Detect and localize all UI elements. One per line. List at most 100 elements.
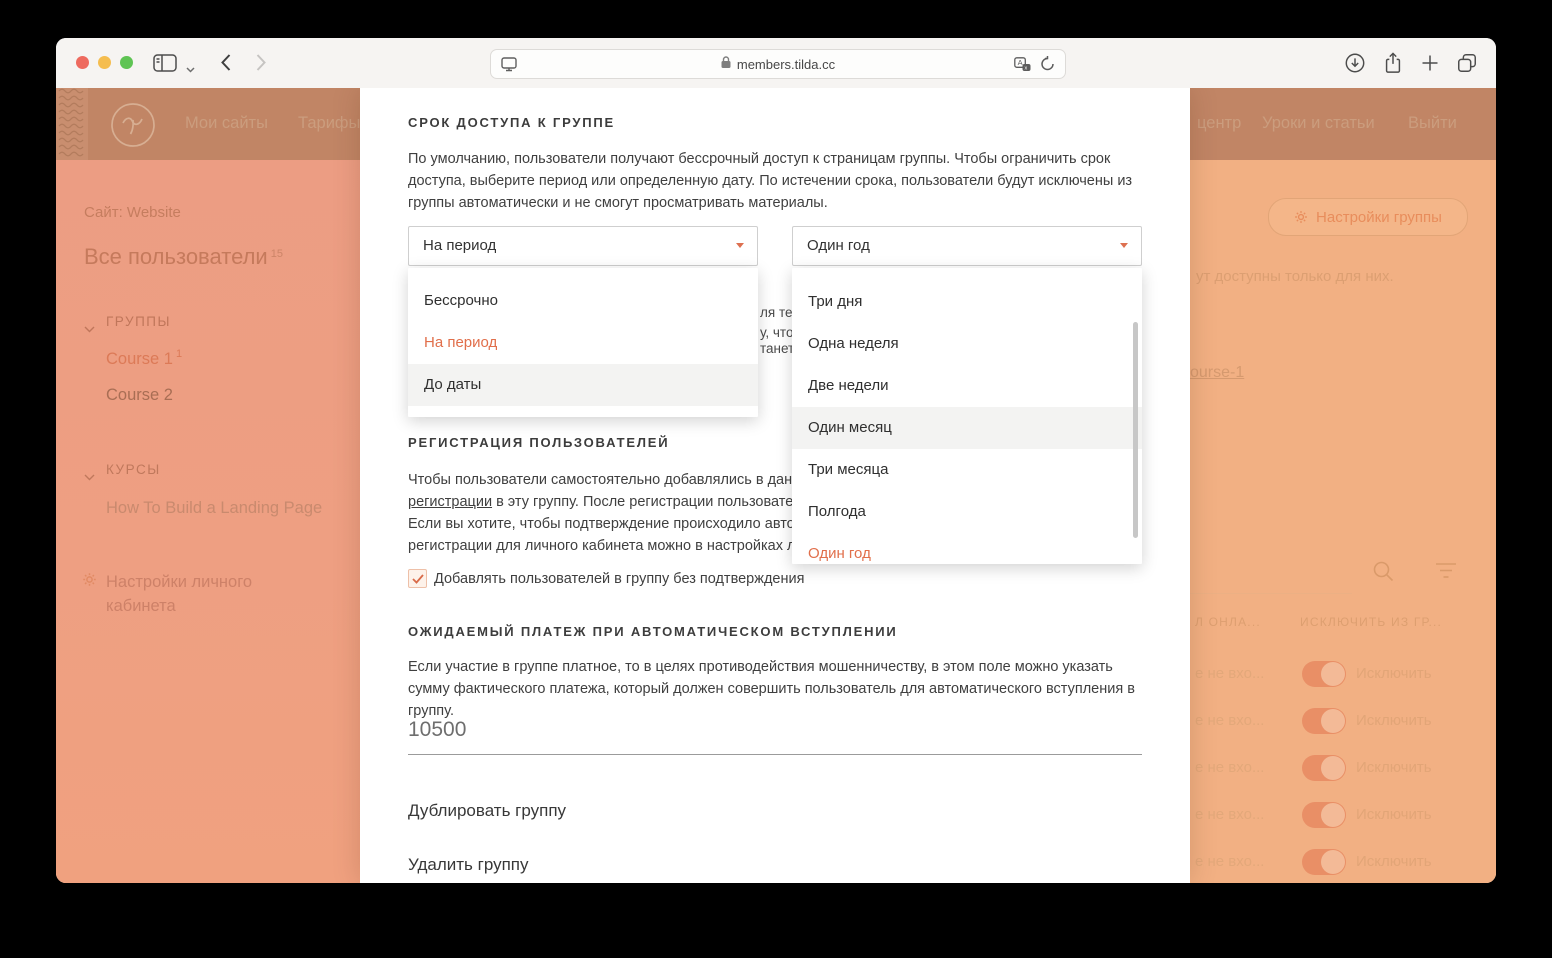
minimize-window-button[interactable] xyxy=(98,56,111,69)
forward-icon[interactable] xyxy=(256,54,266,76)
back-icon[interactable] xyxy=(221,54,231,76)
page-preview-icon[interactable] xyxy=(501,57,517,77)
zoom-window-button[interactable] xyxy=(120,56,133,69)
sidebar-item-account-settings[interactable]: Настройки личного кабинета xyxy=(106,570,286,618)
covered-text-fragment: танет xyxy=(760,341,795,356)
payment-description: Если участие в группе платное, то в целя… xyxy=(408,659,1135,719)
browser-window: members.tilda.cc A x Мои сайты Тарифы це… xyxy=(56,38,1496,883)
gear-icon[interactable] xyxy=(82,572,97,592)
filter-icon[interactable] xyxy=(1435,562,1457,585)
lock-icon xyxy=(721,56,731,72)
toggle-label: Исключить xyxy=(1356,806,1432,823)
nav-item-lessons[interactable]: Уроки и статьи xyxy=(1262,114,1375,133)
group-settings-modal: СРОК ДОСТУПА К ГРУППЕ По умолчанию, поль… xyxy=(360,88,1190,883)
exclude-toggle[interactable] xyxy=(1302,849,1346,875)
dropdown-option[interactable]: Две недели xyxy=(792,365,1142,407)
downloads-icon[interactable] xyxy=(1344,52,1366,79)
exclude-toggle[interactable] xyxy=(1302,661,1346,687)
table-row: е не вхо... Исключить xyxy=(1190,707,1496,737)
member-cell: е не вхо... xyxy=(1195,853,1265,870)
dropdown-option-selected[interactable]: Один год xyxy=(792,533,1142,575)
reload-icon[interactable] xyxy=(1040,56,1055,77)
sidebar-item-landing-course[interactable]: How To Build a Landing Page xyxy=(106,499,322,518)
nav-item-tariffs[interactable]: Тарифы xyxy=(298,114,360,133)
tilda-logo[interactable] xyxy=(110,102,156,153)
table-row: е не вхо... Исключить xyxy=(1190,754,1496,784)
sidebar-toggle-icon[interactable] xyxy=(153,54,177,77)
exclude-toggle[interactable] xyxy=(1302,802,1346,828)
duration-dropdown-list: Три дня Одна неделя Две недели Один меся… xyxy=(792,268,1142,564)
scrollbar[interactable] xyxy=(1133,322,1138,538)
sidebar-site-label: Сайт: Website xyxy=(84,204,181,221)
svg-text:x: x xyxy=(1025,66,1028,72)
nav-item-help-center-partial[interactable]: центр xyxy=(1197,114,1241,133)
dropdown-option[interactable]: Одна неделя xyxy=(792,323,1142,365)
share-icon[interactable] xyxy=(1382,51,1404,80)
sidebar-section-groups[interactable]: ГРУППЫ xyxy=(106,314,171,329)
dropdown-option[interactable]: Три дня xyxy=(792,281,1142,323)
dropdown-option-hovered[interactable]: До даты xyxy=(408,364,758,406)
partial-description-text: ут доступны только для них. xyxy=(1196,268,1394,285)
table-row: е не вхо... Исключить xyxy=(1190,801,1496,831)
translate-icon[interactable]: A x xyxy=(1014,57,1031,77)
expected-payment-input[interactable] xyxy=(408,718,628,742)
dropdown-option-selected[interactable]: На период xyxy=(408,322,758,364)
covered-text-fragment: у, что xyxy=(760,325,794,340)
registration-text: в эту группу. После регистрации пользова… xyxy=(492,494,794,510)
nav-item-logout[interactable]: Выйти xyxy=(1408,114,1457,133)
sidebar-item-all-users[interactable]: Все пользователи 15 xyxy=(84,244,283,270)
group-settings-label: Настройки группы xyxy=(1316,208,1442,226)
access-description: По умолчанию, пользователи получают бесс… xyxy=(408,151,1133,211)
partial-course-link[interactable]: ourse-1 xyxy=(1190,364,1244,382)
member-cell: е не вхо... xyxy=(1195,759,1265,776)
courses-chevron-icon[interactable] xyxy=(84,468,95,486)
exclude-toggle[interactable] xyxy=(1302,708,1346,734)
dropdown-option[interactable]: Бессрочно xyxy=(408,280,758,322)
duration-select[interactable]: Один год xyxy=(792,226,1142,266)
chevron-down-icon[interactable] xyxy=(186,60,195,78)
background-right-pane: Настройки группы ут доступны только для … xyxy=(1190,160,1496,883)
check-icon xyxy=(411,573,424,584)
column-header-online[interactable]: Л ОНЛА... xyxy=(1195,615,1261,629)
url-text: members.tilda.cc xyxy=(736,56,836,72)
payment-section-title: ОЖИДАЕМЫЙ ПЛАТЕЖ ПРИ АВТОМАТИЧЕСКОМ ВСТУ… xyxy=(408,624,898,639)
gear-icon xyxy=(1294,210,1308,224)
delete-group-link[interactable]: Удалить группу xyxy=(408,855,529,875)
registration-section-title: РЕГИСТРАЦИЯ ПОЛЬЗОВАТЕЛЕЙ xyxy=(408,435,670,450)
member-cell: е не вхо... xyxy=(1195,712,1265,729)
registration-text-line: регистрации для личного кабинета можно в… xyxy=(408,538,794,554)
new-tab-icon[interactable] xyxy=(1420,53,1440,78)
period-select[interactable]: На период xyxy=(408,226,758,266)
toggle-label: Исключить xyxy=(1356,759,1432,776)
groups-chevron-icon[interactable] xyxy=(84,320,95,338)
sidebar-item-course-1[interactable]: Course 11 xyxy=(106,348,182,369)
registration-link[interactable]: регистрации xyxy=(408,494,492,510)
registration-text-line: Если вы хотите, чтобы подтверждение прои… xyxy=(408,516,794,532)
search-icon[interactable] xyxy=(1372,560,1395,588)
member-cell: е не вхо... xyxy=(1195,806,1265,823)
table-row: е не вхо... Исключить xyxy=(1190,848,1496,878)
close-window-button[interactable] xyxy=(76,56,89,69)
exclude-toggle[interactable] xyxy=(1302,755,1346,781)
dropdown-option[interactable]: Полгода xyxy=(792,491,1142,533)
member-cell: е не вхо... xyxy=(1195,665,1265,682)
column-header-exclude[interactable]: ИСКЛЮЧИТЬ ИЗ ГР... xyxy=(1300,615,1442,629)
dropdown-option[interactable]: Три месяца xyxy=(792,449,1142,491)
search-underline xyxy=(1190,593,1352,594)
auto-confirm-checkbox-label[interactable]: Добавлять пользователей в группу без под… xyxy=(434,571,804,587)
tab-overview-icon[interactable] xyxy=(1456,52,1478,79)
sidebar-item-course-2[interactable]: Course 2 xyxy=(106,386,173,405)
registration-text-line: регистрации в эту группу. После регистра… xyxy=(408,491,794,513)
sidebar-section-courses[interactable]: КУРСЫ xyxy=(106,462,161,477)
period-select-value: На период xyxy=(423,237,497,254)
group-settings-button[interactable]: Настройки группы xyxy=(1268,198,1468,236)
svg-text:A: A xyxy=(1018,58,1023,67)
zigzag-pattern xyxy=(56,88,88,160)
address-bar[interactable]: members.tilda.cc A x xyxy=(490,49,1066,79)
duplicate-group-link[interactable]: Дублировать группу xyxy=(408,801,566,821)
nav-item-my-sites[interactable]: Мои сайты xyxy=(185,114,268,133)
auto-confirm-checkbox[interactable] xyxy=(408,569,427,588)
sidebar: Сайт: Website Все пользователи 15 ГРУППЫ … xyxy=(56,160,360,883)
dropdown-option-hovered[interactable]: Один месяц xyxy=(792,407,1142,449)
duration-select-value: Один год xyxy=(807,237,870,254)
